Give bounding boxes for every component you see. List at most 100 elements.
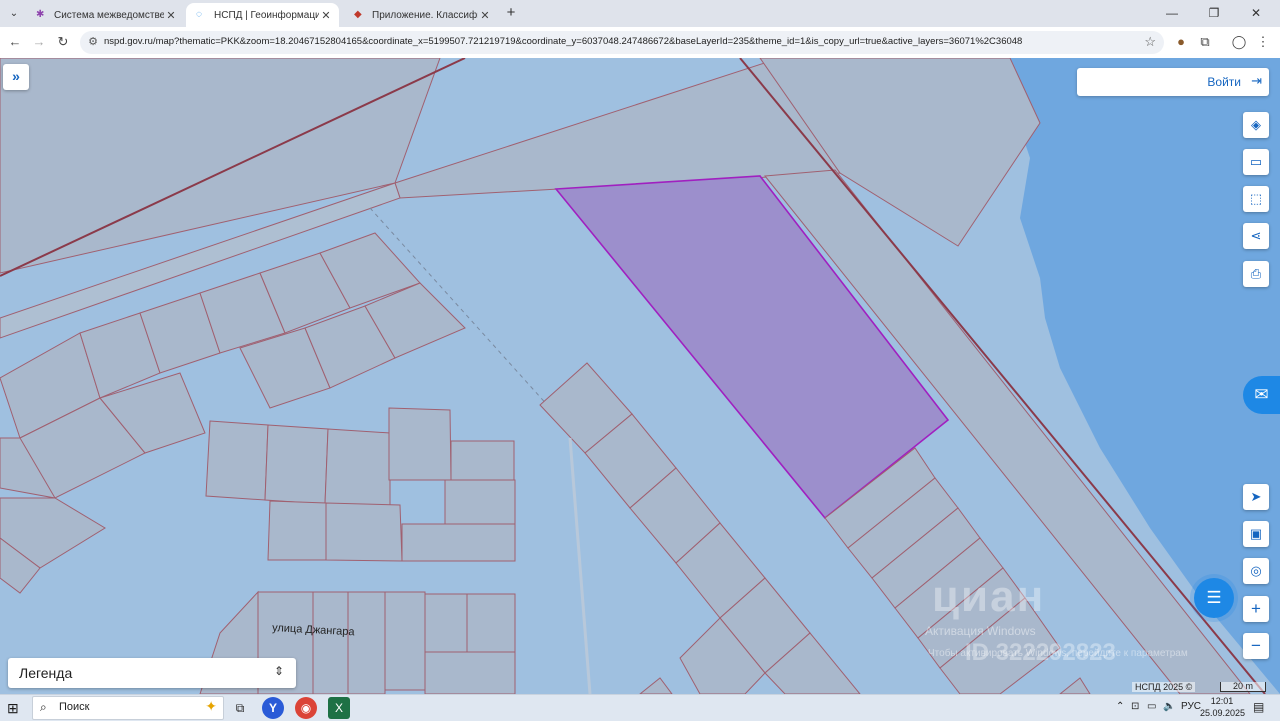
street-edge bbox=[568, 437, 592, 694]
scale-bar: 20 m bbox=[1220, 682, 1266, 692]
minimap-button[interactable]: ▣ bbox=[1243, 521, 1269, 547]
url-text[interactable]: nspd.gov.ru/map?thematic=PKK&zoom=18.204… bbox=[104, 36, 1114, 47]
extension-icon[interactable]: ● bbox=[1172, 33, 1190, 51]
copilot-sparkle-icon: ✦ bbox=[205, 698, 217, 714]
tray-device-icon[interactable]: ▭ bbox=[1147, 701, 1156, 712]
login-icon: ⇥ bbox=[1251, 73, 1262, 88]
tab-prilozhenie[interactable]: ◆ Приложение. Классификатор ✕ bbox=[344, 3, 498, 27]
site-icon-purple: ✱ bbox=[36, 9, 45, 20]
parcel-small bbox=[347, 591, 386, 694]
tray-chevron-icon[interactable]: ⌃ bbox=[1116, 701, 1124, 712]
tab-nspd[interactable]: ◌ НСПД | Геоинформационный ✕ bbox=[186, 3, 339, 27]
parcel-small bbox=[324, 428, 391, 506]
zoom-in-icon: + bbox=[1251, 599, 1261, 618]
new-tab-button[interactable]: + bbox=[503, 5, 519, 21]
legend-label: Легенда bbox=[19, 665, 73, 681]
layers-icon: ◈ bbox=[1251, 117, 1261, 132]
tray-network-icon[interactable]: ⊡ bbox=[1131, 701, 1139, 712]
parcel-small bbox=[1059, 677, 1091, 694]
parcel-small bbox=[639, 677, 673, 694]
clock-time: 12:01 bbox=[1210, 696, 1234, 706]
taskbar-search[interactable]: ⌕ Поиск ✦ bbox=[32, 696, 224, 720]
parcel-small bbox=[312, 591, 349, 694]
tab-bar: ⌄ ✱ Система межведомственного ✕ ◌ НСПД |… bbox=[0, 0, 1280, 27]
tab-title: Система межведомственного bbox=[54, 9, 164, 21]
chevron-updown-icon: ⇕ bbox=[273, 664, 284, 678]
maximize-button[interactable]: ❐ bbox=[1194, 3, 1234, 23]
address-bar[interactable]: ⚙ nspd.gov.ru/map?thematic=PKK&zoom=18.2… bbox=[80, 31, 1164, 54]
search-label: Поиск bbox=[59, 701, 90, 713]
share-button[interactable]: ⋖ bbox=[1243, 223, 1269, 249]
site-icon-blue: ◌ bbox=[196, 9, 202, 20]
tab-title: НСПД | Геоинформационный bbox=[214, 9, 319, 21]
windows-activation-line1: Активация Windows bbox=[925, 624, 1036, 638]
back-icon[interactable]: ← bbox=[6, 33, 24, 51]
print-button[interactable]: ⎙ bbox=[1243, 261, 1269, 287]
profile-icon[interactable]: ◯ bbox=[1230, 33, 1248, 51]
parcel-small bbox=[384, 591, 426, 691]
chrome-icon[interactable]: ◉ bbox=[295, 697, 317, 719]
parcel-small bbox=[267, 500, 327, 561]
tab-sistema[interactable]: ✱ Система межведомственного ✕ bbox=[26, 3, 184, 27]
login-button[interactable]: Войти ⇥ bbox=[1077, 68, 1269, 96]
windows-activation-line2: Чтобы активировать Windows, перейдите к … bbox=[928, 648, 1188, 659]
ruler-button[interactable]: ▭ bbox=[1243, 149, 1269, 175]
bookmark-star-icon[interactable]: ☆ bbox=[1144, 34, 1156, 50]
area-select-icon: ⬚ bbox=[1249, 191, 1263, 206]
tab-list-button[interactable]: ⌄ bbox=[5, 4, 23, 22]
minimize-button[interactable]: — bbox=[1152, 3, 1192, 23]
legend-panel[interactable]: Легенда ⇕ bbox=[8, 658, 296, 688]
menu-kebab-icon[interactable]: ⋮ bbox=[1254, 33, 1272, 51]
parcel-small bbox=[388, 407, 452, 481]
ruler-icon: ▭ bbox=[1249, 154, 1263, 169]
parcel-small bbox=[444, 479, 516, 525]
search-icon: ⌕ bbox=[40, 700, 47, 714]
expand-panel-button[interactable]: » bbox=[3, 64, 29, 90]
tab-title: Приложение. Классификатор bbox=[372, 9, 478, 21]
zoom-in-button[interactable]: + bbox=[1243, 596, 1269, 622]
parcel-small bbox=[205, 420, 269, 501]
support-button[interactable]: ✉ bbox=[1243, 376, 1280, 414]
parcel-small bbox=[466, 593, 516, 653]
clock[interactable]: 12:01 25.09.2025 bbox=[1200, 695, 1246, 719]
map-attribution: НСПД 2025 © bbox=[1132, 682, 1196, 692]
print-icon: ⎙ bbox=[1250, 266, 1262, 281]
parcel-small bbox=[424, 651, 516, 694]
area-select-button[interactable]: ⬚ bbox=[1243, 186, 1269, 212]
tab-close-icon[interactable]: ✕ bbox=[164, 9, 178, 22]
login-label: Войти bbox=[1207, 75, 1241, 89]
parcel-small bbox=[450, 440, 515, 481]
chat-icon: ☰ bbox=[1206, 588, 1222, 607]
zoom-out-button[interactable]: − bbox=[1243, 633, 1269, 659]
parcel-small bbox=[424, 593, 468, 653]
chat-button[interactable]: ☰ bbox=[1194, 578, 1234, 618]
task-view-icon[interactable]: ⧉ bbox=[229, 697, 251, 719]
parcel-small bbox=[401, 523, 516, 562]
extensions-puzzle-icon[interactable]: ⧉ bbox=[1196, 33, 1214, 51]
layers-button[interactable]: ◈ bbox=[1243, 112, 1269, 138]
locate-button[interactable]: ➤ bbox=[1243, 484, 1269, 510]
clock-date: 25.09.2025 bbox=[1200, 708, 1246, 718]
map-canvas[interactable]: улица Джангара циан ID 322292823 Активац… bbox=[0, 58, 1280, 694]
reload-icon[interactable]: ↻ bbox=[54, 33, 72, 51]
taskbar: ⊞ ⌕ Поиск ✦ ⧉ Y ◉ X ⌃ ⊡ ▭ 🔈 РУС 12:01 25… bbox=[0, 694, 1280, 721]
target-icon: ◎ bbox=[1250, 563, 1262, 578]
share-icon: ⋖ bbox=[1250, 228, 1262, 243]
keyboard-language[interactable]: РУС bbox=[1181, 701, 1201, 712]
site-settings-icon[interactable]: ⚙ bbox=[86, 35, 100, 49]
tab-close-icon[interactable]: ✕ bbox=[478, 9, 492, 22]
target-button[interactable]: ◎ bbox=[1243, 558, 1269, 584]
parcel-small bbox=[264, 424, 329, 505]
tab-close-icon[interactable]: ✕ bbox=[319, 9, 333, 22]
windows-start-icon[interactable]: ⊞ bbox=[7, 700, 23, 716]
site-icon-red: ◆ bbox=[354, 9, 362, 20]
locate-icon: ➤ bbox=[1250, 489, 1262, 504]
minimap-icon: ▣ bbox=[1249, 526, 1263, 541]
forward-icon[interactable]: → bbox=[30, 33, 48, 51]
excel-icon[interactable]: X bbox=[328, 697, 350, 719]
notification-icon[interactable]: ▤ bbox=[1253, 700, 1264, 714]
tray-volume-icon[interactable]: 🔈 bbox=[1163, 701, 1175, 712]
close-window-button[interactable]: ✕ bbox=[1236, 3, 1276, 23]
support-icon: ✉ bbox=[1254, 385, 1269, 404]
yandex-browser-icon[interactable]: Y bbox=[262, 697, 284, 719]
